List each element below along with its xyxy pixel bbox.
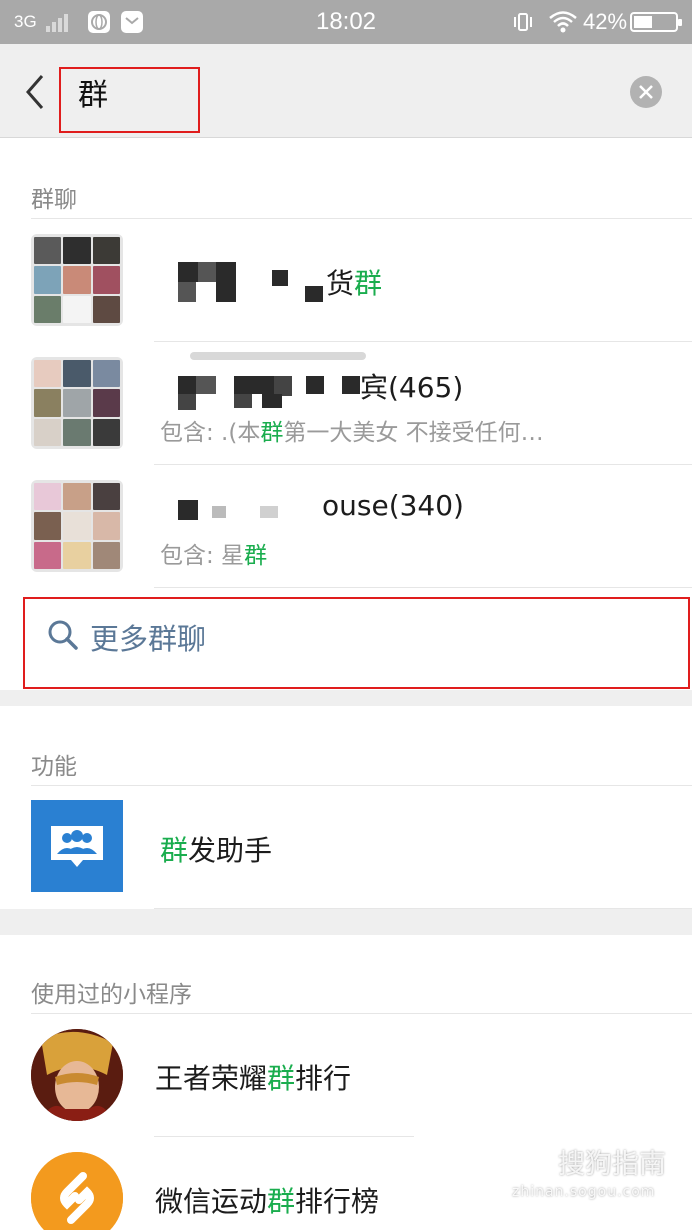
- divider: [31, 218, 692, 219]
- group-chat-subtitle: 包含: .(本群第一大美女 不接受任何…: [160, 420, 544, 446]
- clear-search-button[interactable]: [630, 76, 662, 108]
- battery-percent: 42%: [583, 9, 628, 34]
- back-button[interactable]: [22, 72, 52, 112]
- function-title: 群发助手: [160, 834, 273, 867]
- divider: [154, 1136, 414, 1137]
- divider: [31, 1013, 692, 1014]
- annotation-box-search: [59, 67, 200, 133]
- section-title-group-chats: 群聊: [31, 187, 77, 213]
- vibrate-icon: [512, 12, 534, 32]
- status-bar: 3G 18:02 42%: [0, 0, 692, 44]
- divider: [31, 785, 692, 786]
- group-avatar: [31, 480, 123, 572]
- group-chat-subtitle: 包含: 星群: [160, 543, 268, 569]
- section-title-mini-programs: 使用过的小程序: [31, 982, 192, 1008]
- chevron-left-icon: [26, 75, 44, 109]
- section-gap: [0, 690, 692, 706]
- section-title-functions: 功能: [31, 754, 77, 780]
- mini-program-title: 微信运动群排行榜: [155, 1185, 380, 1218]
- section-gap: [0, 909, 692, 935]
- mass-send-icon: [31, 800, 123, 892]
- battery-icon: [630, 12, 682, 32]
- group-avatar: [31, 357, 123, 449]
- divider: [154, 341, 692, 342]
- mini-program-title: 王者荣耀群排行: [155, 1062, 352, 1095]
- group-chat-title: 货群: [326, 267, 383, 300]
- honor-of-kings-avatar: [31, 1029, 123, 1121]
- wifi-icon: [548, 10, 578, 34]
- watermark: 搜狗指南 zhinan.sogou.com: [512, 1142, 682, 1206]
- group-chat-title: 宾(465): [360, 371, 464, 404]
- group-chat-title: ouse(340): [322, 489, 464, 522]
- divider: [154, 464, 692, 465]
- group-avatar: [31, 234, 123, 326]
- annotation-box-more: [23, 597, 690, 689]
- close-icon: [639, 85, 653, 99]
- sogou-logo-icon: [514, 1142, 552, 1180]
- divider: [154, 587, 692, 588]
- wechat-sport-avatar: [31, 1152, 123, 1230]
